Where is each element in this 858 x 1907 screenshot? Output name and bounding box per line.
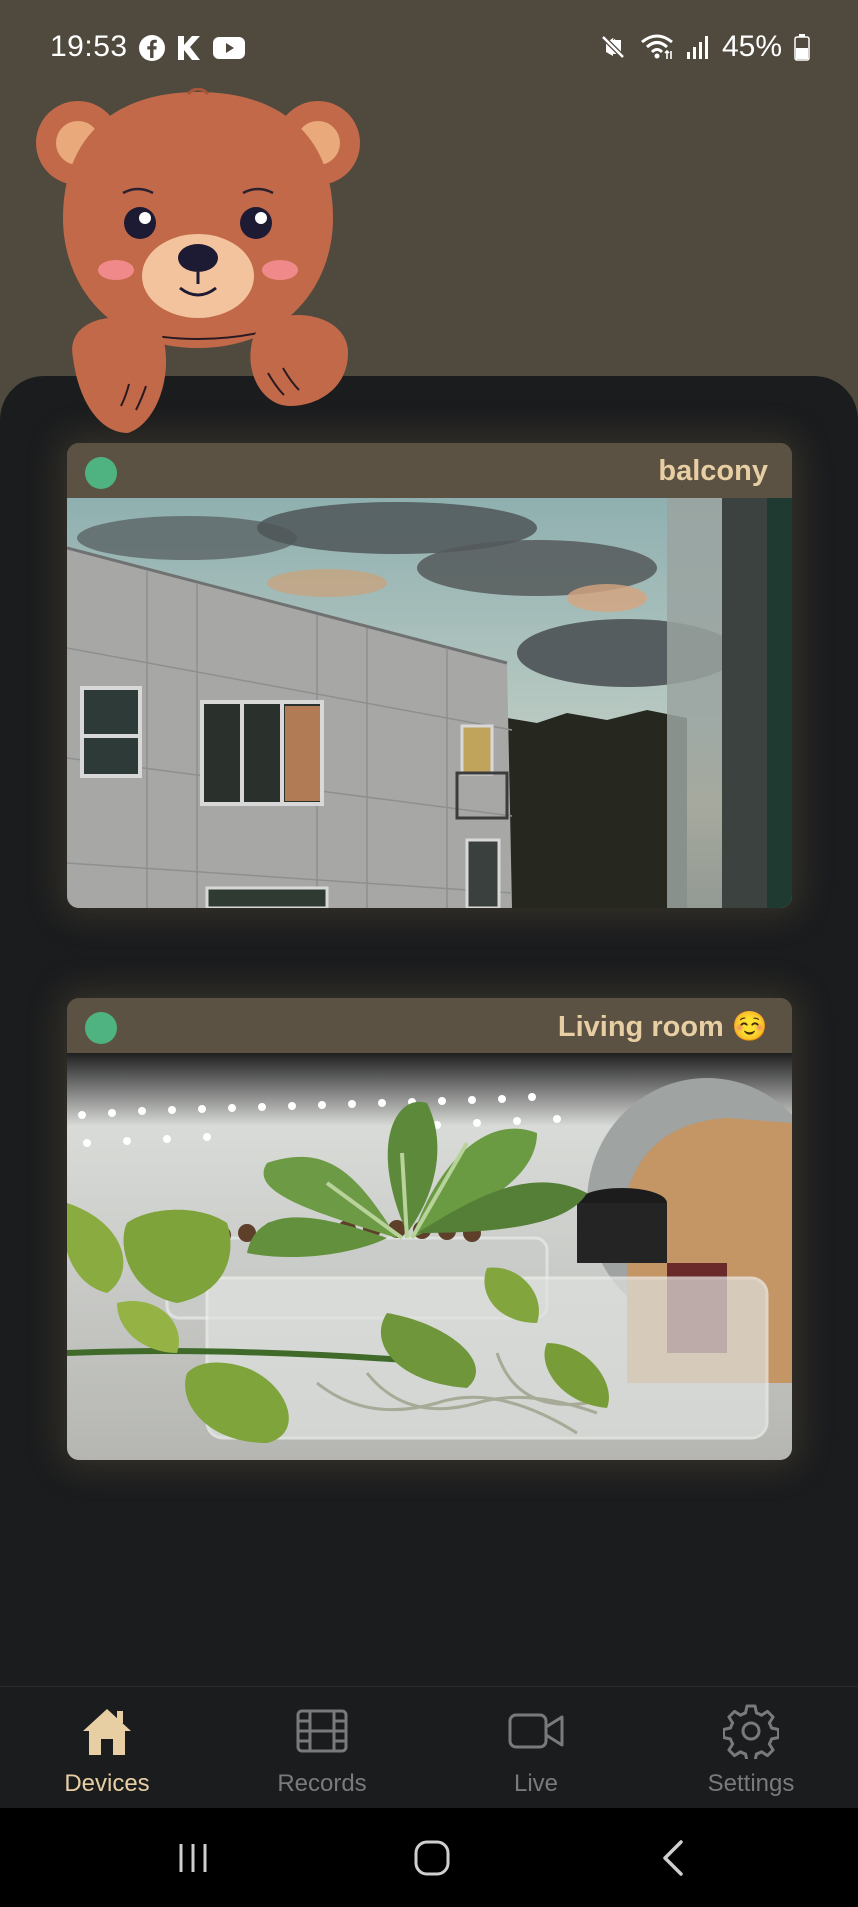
battery-icon xyxy=(794,34,810,61)
online-status-indicator xyxy=(85,1012,117,1044)
nav-item-records[interactable]: Records xyxy=(222,1687,422,1809)
gear-icon xyxy=(723,1704,779,1759)
device-name: balcony xyxy=(658,455,768,487)
nav-label-settings: Settings xyxy=(707,1770,795,1797)
nav-label-live: Live xyxy=(513,1770,559,1797)
signal-icon xyxy=(686,36,708,59)
youtube-icon xyxy=(213,37,245,59)
wifi-icon xyxy=(641,34,673,59)
battery-percent: 45% xyxy=(721,30,782,63)
k-app-icon xyxy=(178,36,200,60)
home-button[interactable] xyxy=(412,1838,452,1878)
status-time: 19:53 xyxy=(50,30,128,63)
film-icon xyxy=(296,1709,348,1753)
nav-item-live[interactable]: Live xyxy=(436,1687,636,1809)
device-card-living-room[interactable]: Living room ☺️ xyxy=(67,998,792,1460)
nav-item-settings[interactable]: Settings xyxy=(651,1687,851,1809)
nav-label-records: Records xyxy=(277,1770,367,1797)
bottom-navigation: Devices Records Live Settings xyxy=(0,1686,858,1808)
nav-label-devices: Devices xyxy=(64,1770,150,1797)
device-card-header: Living room ☺️ xyxy=(67,998,792,1053)
bear-mascot xyxy=(36,88,360,433)
device-name: Living room ☺️ xyxy=(557,1011,768,1043)
nav-item-devices[interactable]: Devices xyxy=(7,1687,207,1809)
video-camera-icon xyxy=(508,1713,564,1749)
camera-feed-balcony[interactable] xyxy=(67,498,792,908)
status-bar: 19:53 45% xyxy=(0,0,858,100)
system-navigation-bar xyxy=(0,1808,858,1907)
facebook-icon xyxy=(139,35,165,61)
camera-feed-living-room[interactable] xyxy=(67,1053,792,1460)
device-card-balcony[interactable]: balcony xyxy=(67,443,792,908)
mute-icon xyxy=(601,35,625,59)
home-icon xyxy=(83,1709,131,1755)
device-card-header: balcony xyxy=(67,443,792,498)
online-status-indicator xyxy=(85,457,117,489)
back-button[interactable] xyxy=(655,1838,691,1878)
recent-apps-button[interactable] xyxy=(175,1840,211,1876)
